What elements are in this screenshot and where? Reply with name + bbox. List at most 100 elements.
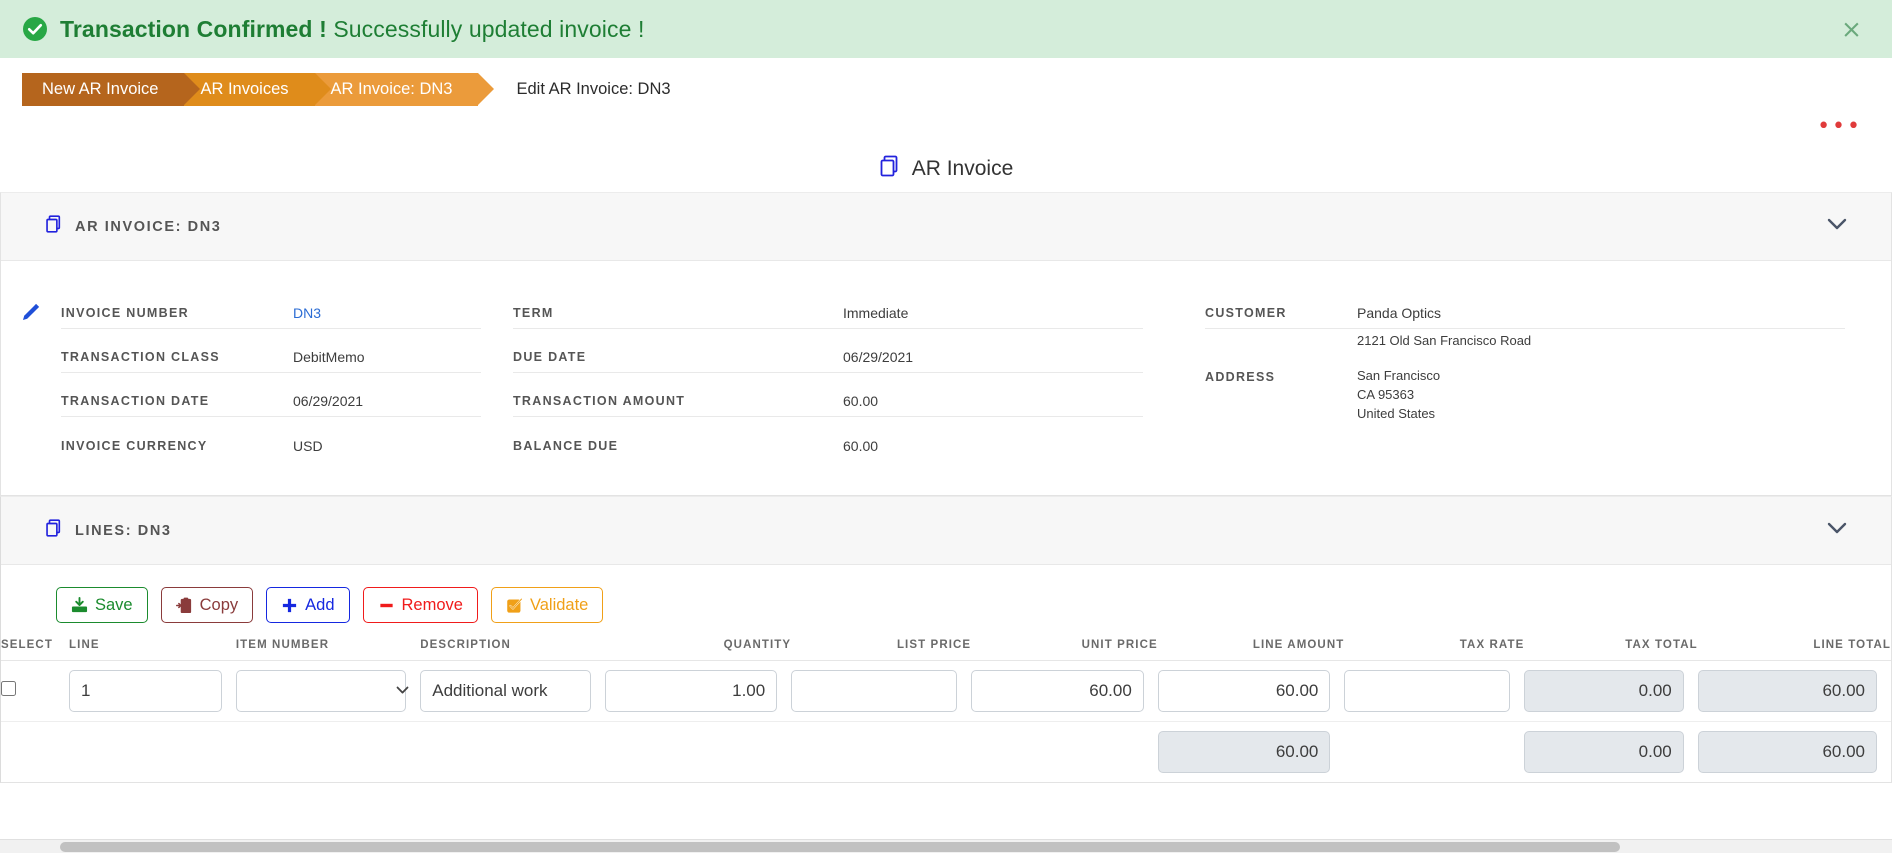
lines-toolbar: Save Copy Add Remove Validate <box>1 587 1891 639</box>
field-term: TERM Immediate <box>513 285 1143 329</box>
field-label: TRANSACTION CLASS <box>61 350 220 364</box>
column-header-line: LINE <box>69 639 100 651</box>
total-line-amount-input <box>1157 731 1331 773</box>
address-region: CA 95363 <box>1357 387 1415 402</box>
edit-invoice-button[interactable] <box>1 285 61 461</box>
cell-unit-price <box>971 660 1158 722</box>
lines-body: Save Copy Add Remove Validate SELECT LIN… <box>1 565 1891 782</box>
scrollbar-thumb[interactable] <box>60 842 1620 852</box>
field-transaction-class: TRANSACTION CLASS DebitMemo <box>61 329 481 373</box>
column-header-line-total: LINE TOTAL <box>1813 639 1891 651</box>
check-circle-icon <box>22 16 48 42</box>
field-value: 06/29/2021 <box>293 393 364 409</box>
column-header-line-amount: LINE AMOUNT <box>1252 639 1345 651</box>
column-header-unit-price: UNIT PRICE <box>1081 639 1158 651</box>
page-title: AR Invoice <box>0 146 1892 192</box>
breadcrumb-item-ar-invoices[interactable]: AR Invoices <box>184 72 331 106</box>
cell-select <box>1 660 70 722</box>
remove-button[interactable]: Remove <box>362 587 478 623</box>
clipboard-paste-icon <box>175 597 193 614</box>
copy-documents-icon <box>45 519 63 542</box>
button-label: Add <box>305 595 335 614</box>
overflow-menu-icon[interactable]: ••• <box>1817 116 1862 138</box>
lines-table: SELECT LINE ITEM NUMBER DESCRIPTION QUAN… <box>1 639 1891 782</box>
line-number-input[interactable] <box>69 670 222 712</box>
column-header-item-number: ITEM NUMBER <box>235 639 330 651</box>
totals-cell-line-amount <box>1157 722 1345 783</box>
item-number-select[interactable] <box>235 670 407 712</box>
column-header-list-price: LIST PRICE <box>896 639 972 651</box>
lines-card-title: LINES: DN3 <box>75 522 172 539</box>
field-label: TRANSACTION DATE <box>61 394 210 408</box>
copy-button[interactable]: Copy <box>160 587 254 623</box>
cell-line <box>69 660 236 722</box>
field-invoice-currency: INVOICE CURRENCY USD <box>61 417 481 461</box>
field-label: INVOICE CURRENCY <box>61 439 208 453</box>
breadcrumb-label: AR Invoice: DN3 <box>330 79 453 98</box>
save-button[interactable]: Save <box>56 587 148 623</box>
line-amount-input[interactable] <box>1157 670 1331 712</box>
alert-message: Transaction Confirmed ! Successfully upd… <box>60 16 644 43</box>
alert-detail: Successfully updated invoice ! <box>326 15 645 42</box>
invoice-detail-column-right: CUSTOMER Panda Optics ADDRESS 2121 Old S… <box>1205 285 1845 461</box>
breadcrumb-current-page: Edit AR Invoice: DN3 <box>516 79 671 98</box>
cell-line-amount <box>1157 660 1345 722</box>
cell-tax-rate <box>1344 660 1525 722</box>
field-value: Immediate <box>843 305 909 321</box>
field-value: Panda Optics <box>1357 305 1442 321</box>
field-address: ADDRESS 2121 Old San Francisco Road San … <box>1205 329 1845 429</box>
cell-list-price <box>791 660 972 722</box>
cell-description <box>420 660 605 722</box>
row-select-checkbox[interactable] <box>1 681 16 696</box>
breadcrumb-label: AR Invoices <box>200 79 289 98</box>
breadcrumb-item-new-ar-invoice[interactable]: New AR Invoice <box>22 72 201 106</box>
field-label: TRANSACTION AMOUNT <box>513 394 686 408</box>
cell-quantity <box>604 660 792 722</box>
button-label: Copy <box>199 595 239 614</box>
quantity-input[interactable] <box>604 670 778 712</box>
field-label: ADDRESS <box>1205 370 1276 384</box>
totals-spacer <box>420 722 604 783</box>
close-icon[interactable]: × <box>1841 17 1862 42</box>
field-value: 60.00 <box>843 438 879 454</box>
description-input[interactable] <box>420 670 591 712</box>
chevron-down-icon[interactable] <box>1827 522 1847 540</box>
toolbar-row: ••• <box>0 116 1892 146</box>
button-label: Save <box>95 595 133 614</box>
cell-item-number <box>235 660 421 722</box>
breadcrumb: New AR Invoice AR Invoices AR Invoice: D… <box>0 58 1892 120</box>
field-value: DebitMemo <box>293 349 365 365</box>
horizontal-scrollbar[interactable] <box>0 839 1892 853</box>
unit-price-input[interactable] <box>971 670 1144 712</box>
list-price-input[interactable] <box>791 670 958 712</box>
field-customer: CUSTOMER Panda Optics <box>1205 285 1845 329</box>
field-label: BALANCE DUE <box>513 439 619 453</box>
column-header-select: SELECT <box>1 639 53 651</box>
add-button[interactable]: Add <box>266 587 350 623</box>
column-header-quantity: QUANTITY <box>723 639 792 651</box>
ar-invoice-card-header[interactable]: AR INVOICE: DN3 <box>1 193 1891 261</box>
totals-cell-tax-total <box>1524 722 1697 783</box>
field-invoice-number: INVOICE NUMBER DN3 <box>61 285 481 329</box>
field-label: TERM <box>513 306 554 320</box>
breadcrumb-item-ar-invoice-dn3[interactable]: AR Invoice: DN3 <box>314 72 495 106</box>
table-row <box>1 660 1891 722</box>
ar-invoice-card: AR INVOICE: DN3 INVOICE NUMBER DN3 TRANS… <box>0 192 1892 496</box>
minus-icon <box>378 597 395 614</box>
check-square-icon <box>506 597 523 614</box>
address-street: 2121 Old San Francisco Road <box>1357 333 1532 348</box>
plus-icon <box>281 597 298 614</box>
copy-documents-icon <box>45 215 63 238</box>
chevron-down-icon[interactable] <box>1827 218 1847 236</box>
column-header-tax-rate: TAX RATE <box>1459 639 1525 651</box>
field-transaction-date: TRANSACTION DATE 06/29/2021 <box>61 373 481 417</box>
totals-spacer <box>1 722 69 783</box>
field-label: INVOICE NUMBER <box>61 306 189 320</box>
lines-card-header[interactable]: LINES: DN3 <box>1 497 1891 565</box>
totals-spacer <box>236 722 420 783</box>
address-country: United States <box>1357 406 1436 421</box>
field-value[interactable]: DN3 <box>293 304 321 322</box>
save-icon <box>71 596 88 614</box>
tax-rate-input[interactable] <box>1344 670 1511 712</box>
validate-button[interactable]: Validate <box>490 587 604 623</box>
